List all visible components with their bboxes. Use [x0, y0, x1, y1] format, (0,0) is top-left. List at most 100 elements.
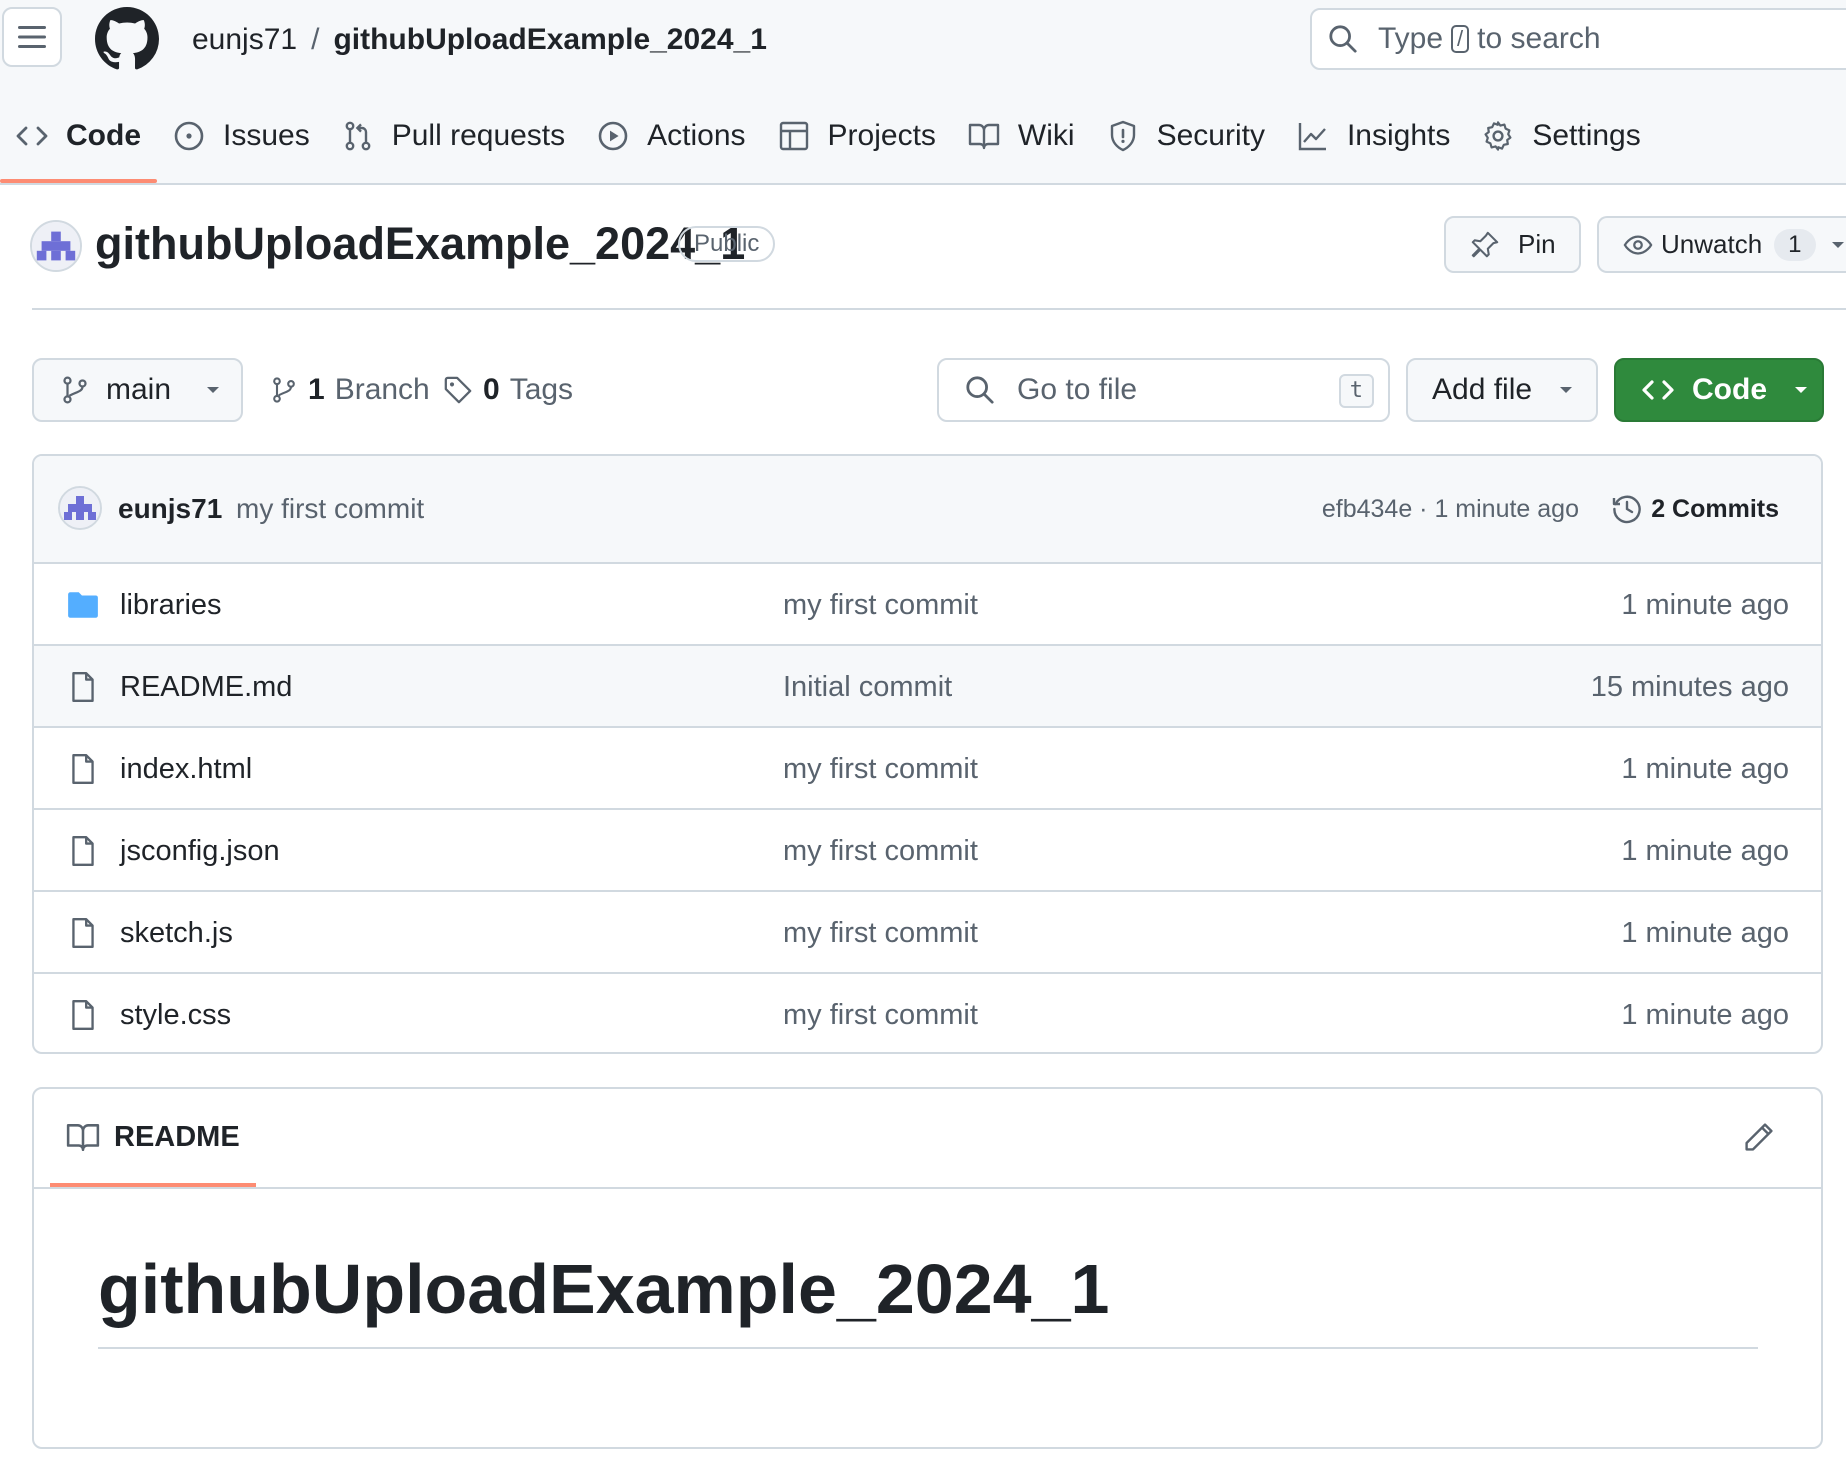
- latest-commit-bar: eunjs71 my first commit efb434e · 1 minu…: [34, 456, 1821, 564]
- book-icon: [968, 123, 1000, 150]
- file-row[interactable]: jsconfig.json my first commit 1 minute a…: [34, 810, 1821, 892]
- tab-label: Code: [66, 119, 141, 152]
- github-logo-icon[interactable]: [95, 7, 159, 71]
- eye-icon: [1623, 234, 1653, 255]
- tab-readme[interactable]: README: [50, 1089, 256, 1187]
- book-icon: [66, 1124, 100, 1152]
- file-icon: [72, 1000, 94, 1030]
- git-branch-icon: [63, 376, 87, 404]
- file-commit-message[interactable]: my first commit: [783, 974, 978, 1052]
- go-to-file-input[interactable]: Go to file t: [937, 358, 1390, 422]
- file-table: eunjs71 my first commit efb434e · 1 minu…: [32, 454, 1823, 1054]
- tab-label: Insights: [1346, 119, 1451, 152]
- readme-heading: githubUploadExample_2024_1: [98, 1249, 1758, 1349]
- git-branch-icon: [273, 377, 295, 403]
- tab-label: Wiki: [1017, 119, 1075, 152]
- commits-history-link[interactable]: 2 Commits: [1611, 456, 1779, 562]
- branch-select-button[interactable]: main: [32, 358, 243, 422]
- file-commit-message[interactable]: my first commit: [783, 810, 978, 892]
- owner-avatar[interactable]: [30, 220, 82, 272]
- file-commit-message[interactable]: my first commit: [783, 728, 978, 810]
- branches-link[interactable]: 1 Branch: [270, 365, 430, 415]
- tab-wiki[interactable]: Wiki: [952, 106, 1091, 166]
- tab-insights[interactable]: Insights: [1281, 106, 1466, 166]
- file-commit-age: 1 minute ago: [1621, 589, 1789, 621]
- file-row[interactable]: sketch.js my first commit 1 minute ago: [34, 892, 1821, 974]
- menu-button[interactable]: [2, 7, 62, 67]
- global-search-input[interactable]: Type / to search: [1310, 8, 1846, 70]
- file-commit-message[interactable]: my first commit: [783, 564, 978, 646]
- commit-hash-time[interactable]: efb434e · 1 minute ago: [1322, 456, 1579, 562]
- file-icon: [72, 754, 94, 784]
- commit-message[interactable]: my first commit: [236, 456, 424, 562]
- file-commit-age: 1 minute ago: [1621, 917, 1789, 949]
- file-name[interactable]: README.md: [120, 646, 292, 728]
- repo-tab-nav: Code Issues Pull requests Actions Projec…: [0, 106, 1657, 183]
- triangle-down-icon: [1831, 241, 1844, 248]
- pin-label: Pin: [1518, 229, 1556, 259]
- file-name[interactable]: libraries: [120, 564, 222, 646]
- file-name[interactable]: sketch.js: [120, 892, 233, 974]
- tab-label: Pull requests: [391, 119, 566, 152]
- shield-icon: [1110, 120, 1135, 152]
- file-name[interactable]: jsconfig.json: [120, 810, 280, 892]
- file-commit-message[interactable]: my first commit: [783, 892, 978, 974]
- file-row[interactable]: style.css my first commit 1 minute ago: [34, 974, 1821, 1052]
- repo-title[interactable]: githubUploadExample_2024_1: [95, 218, 745, 270]
- tag-icon: [444, 376, 472, 404]
- identicon-avatar-icon: [60, 488, 100, 528]
- commit-author-avatar[interactable]: [58, 486, 102, 530]
- search-placeholder-after: to search: [1477, 22, 1601, 55]
- tab-security[interactable]: Security: [1091, 106, 1281, 166]
- pencil-icon[interactable]: [1743, 1121, 1775, 1153]
- watch-counter: 1: [1774, 228, 1816, 261]
- file-row[interactable]: README.md Initial commit 15 minutes ago: [34, 646, 1821, 728]
- code-dropdown-button[interactable]: Code: [1614, 358, 1824, 422]
- file-commit-age: 1 minute ago: [1621, 835, 1789, 867]
- commit-author[interactable]: eunjs71: [118, 456, 222, 562]
- breadcrumb-owner-link[interactable]: eunjs71: [192, 23, 297, 57]
- file-commit-age: 1 minute ago: [1621, 753, 1789, 785]
- tab-label: Projects: [827, 119, 936, 152]
- breadcrumb: eunjs71 / githubUploadExample_2024_1: [192, 18, 767, 62]
- code-icon: [1642, 380, 1674, 400]
- commits-count-label: 2 Commits: [1651, 494, 1779, 523]
- tab-issues[interactable]: Issues: [157, 106, 326, 166]
- history-icon: [1612, 495, 1641, 524]
- file-row[interactable]: index.html my first commit 1 minute ago: [34, 728, 1821, 810]
- triangle-down-icon: [1560, 387, 1573, 393]
- tag-count-label: Tags: [509, 373, 574, 406]
- file-commit-age: 15 minutes ago: [1590, 671, 1789, 703]
- readme-header: README: [34, 1089, 1821, 1189]
- table-icon: [779, 121, 808, 151]
- tab-projects[interactable]: Projects: [762, 106, 952, 166]
- unwatch-button[interactable]: Unwatch 1: [1597, 216, 1846, 273]
- gear-icon: [1484, 121, 1512, 151]
- search-placeholder-before: Type: [1378, 22, 1444, 55]
- tab-pull-requests[interactable]: Pull requests: [326, 106, 581, 166]
- tags-link[interactable]: 0 Tags: [443, 365, 573, 415]
- unwatch-label: Unwatch: [1661, 229, 1763, 259]
- go-to-file-shortcut: t: [1338, 374, 1374, 408]
- graph-icon: [1298, 123, 1326, 151]
- tab-label: Issues: [223, 119, 310, 152]
- file-commit-message[interactable]: Initial commit: [783, 646, 952, 728]
- file-name[interactable]: style.css: [120, 974, 231, 1052]
- file-name[interactable]: index.html: [120, 728, 252, 810]
- breadcrumb-repo-link[interactable]: githubUploadExample_2024_1: [333, 23, 766, 57]
- file-row[interactable]: libraries my first commit 1 minute ago: [34, 564, 1821, 646]
- tab-settings[interactable]: Settings: [1466, 106, 1656, 166]
- triangle-down-icon: [1795, 387, 1807, 393]
- tag-count: 0: [483, 373, 500, 406]
- add-file-button[interactable]: Add file: [1406, 358, 1598, 422]
- readme-tab-label: README: [114, 1120, 240, 1153]
- file-commit-age: 1 minute ago: [1621, 999, 1789, 1031]
- play-icon: [598, 121, 628, 151]
- global-header: eunjs71 / githubUploadExample_2024_1 Typ…: [0, 0, 1846, 185]
- search-shortcut-key: /: [1451, 25, 1470, 53]
- tab-actions[interactable]: Actions: [581, 106, 761, 166]
- tab-code[interactable]: Code: [0, 106, 157, 183]
- pin-button[interactable]: Pin: [1444, 216, 1581, 273]
- branch-count: 1: [308, 373, 325, 406]
- pin-icon: [1471, 231, 1499, 257]
